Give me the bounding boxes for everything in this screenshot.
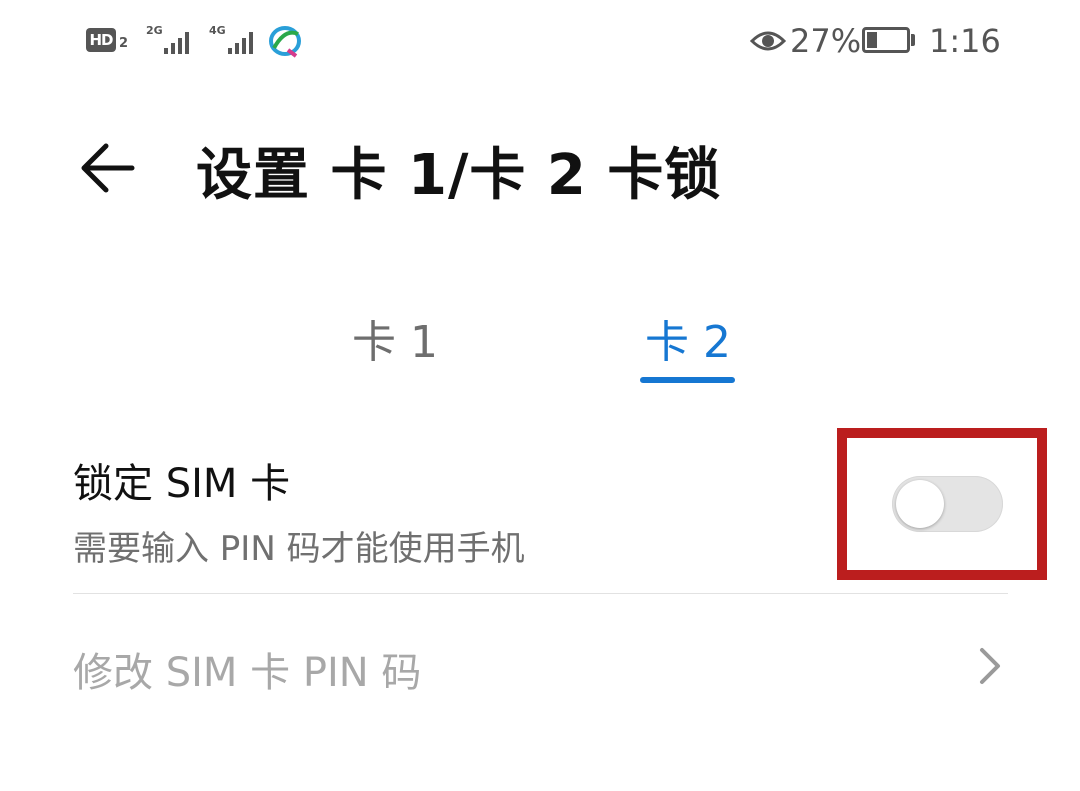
battery-icon [862,27,910,53]
china-mobile-icon [269,26,301,58]
battery-fill [867,32,877,48]
toggle-knob [896,480,944,528]
eye-comfort-icon [750,31,786,51]
signal-bars-icon [164,30,189,54]
network-2g-label: 2G [146,24,163,37]
hd-slot-label: 2 [119,36,129,51]
lock-sim-toggle[interactable] [892,476,1003,532]
signal-bars-icon [228,30,253,54]
back-arrow-icon[interactable] [78,138,138,198]
page-title: 设置 卡 1/卡 2 卡锁 [196,143,722,208]
lock-sim-subtitle: 需要输入 PIN 码才能使用手机 [73,529,525,569]
battery-percent: 27% [790,22,862,60]
divider [73,593,1008,594]
tab-sim-1[interactable]: 卡 1 [352,306,438,370]
lock-sim-title: 锁定 SIM 卡 [73,461,291,507]
clock: 1:16 [929,22,1001,60]
hd-icon: HD [86,28,116,52]
network-4g-label: 4G [209,24,226,37]
battery-cap [911,34,915,46]
chevron-right-icon[interactable] [976,646,1006,686]
tab-sim-2[interactable]: 卡 2 [645,306,731,370]
change-pin-title[interactable]: 修改 SIM 卡 PIN 码 [73,640,421,698]
signal-2g: 2G [146,24,163,37]
tab-selected-indicator [640,377,735,383]
signal-4g: 4G [209,24,226,37]
